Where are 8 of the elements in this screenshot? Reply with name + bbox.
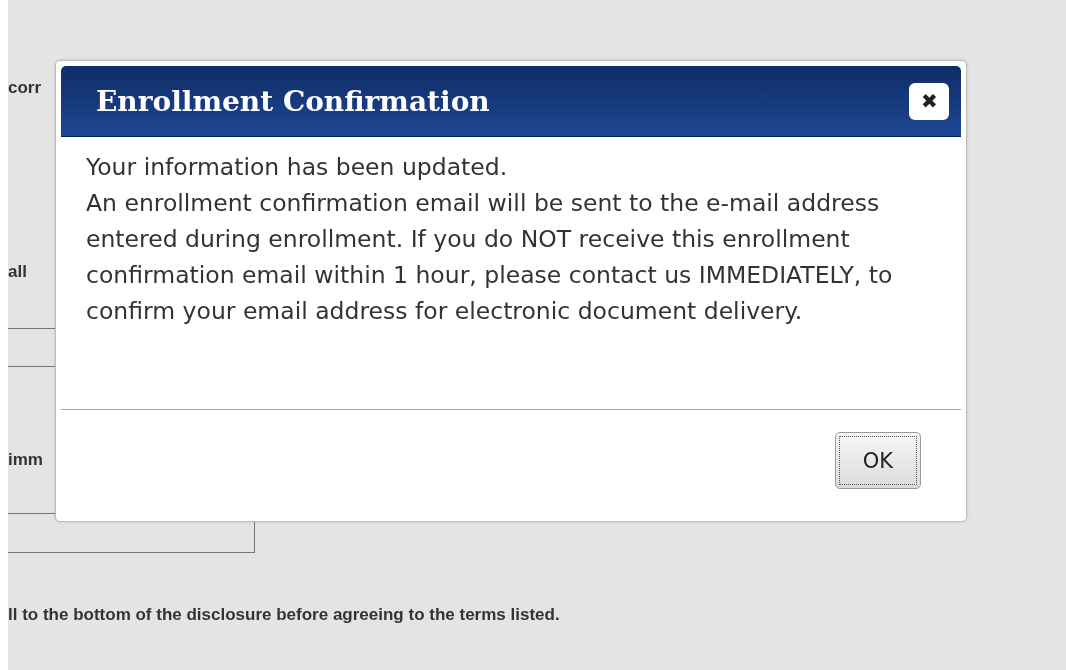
confirmation-message: Your information has been updated. An enrollment confirmation email will be sent to the e-mail address entered during enrollment. If you do NOT receive this enrollment confirmation email within 1 hour, please contact us IMMEDIATELY, to confirm your email address for electronic document delivery. (86, 152, 894, 327)
text-fragment: imm (8, 450, 43, 470)
text-fragment: all (8, 262, 27, 282)
ok-button[interactable]: OK (835, 432, 921, 489)
close-button[interactable]: ✖ (909, 82, 949, 120)
disclosure-notice: ll to the bottom of the disclosure before agreeing to the terms listed. (8, 605, 560, 625)
dialog-title: Enrollment Confirmation (96, 84, 490, 118)
text-fragment: corr (8, 78, 42, 98)
